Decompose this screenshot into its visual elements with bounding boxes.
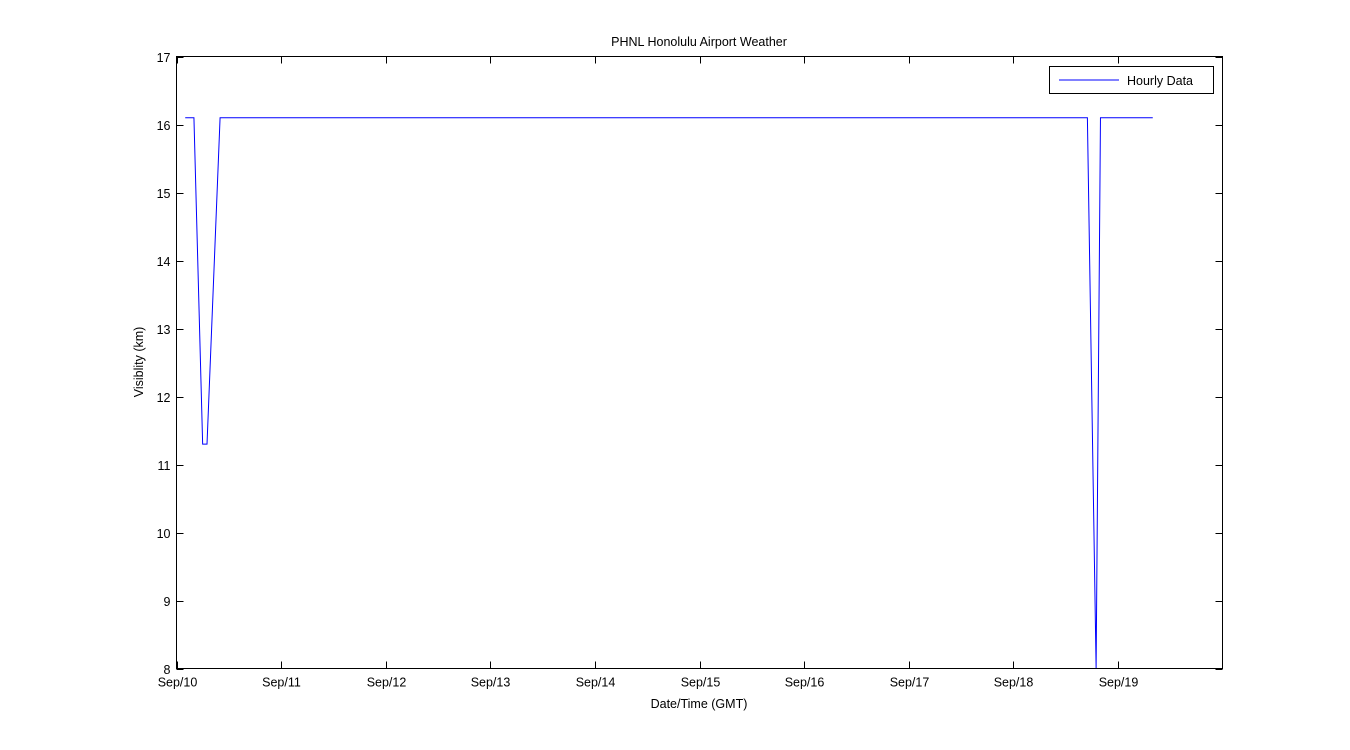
legend-label-hourly-data: Hourly Data [1127, 74, 1193, 88]
y-tick-label: 8 [164, 663, 171, 677]
x-tick-label: Sep/16 [785, 676, 825, 690]
y-tick-label: 15 [157, 187, 171, 201]
y-tick-label: 17 [157, 51, 171, 65]
y-tick-label: 9 [164, 595, 171, 609]
x-tick-label: Sep/12 [367, 676, 407, 690]
x-tick-label: Sep/18 [994, 676, 1034, 690]
y-tick-label: 11 [158, 459, 171, 473]
visibility-line-chart: Sep/10 Sep/11 Sep/12 Sep/13 Sep/14 Sep/15 Sep/… [0, 0, 1350, 750]
y-axis-label: Visiblity (km) [132, 327, 146, 398]
x-tick-label: Sep/17 [890, 676, 930, 690]
x-tick-label: Sep/14 [576, 676, 616, 690]
plot-area [176, 56, 1223, 669]
x-tick-label: Sep/13 [471, 676, 511, 690]
legend: Hourly Data [1049, 66, 1214, 94]
x-tick-label: Sep/19 [1099, 676, 1139, 690]
y-tick-label: 16 [157, 119, 171, 133]
y-tick-label: 12 [157, 391, 171, 405]
x-tick-label: Sep/10 [158, 676, 198, 690]
y-tick-label: 14 [157, 255, 171, 269]
x-tick-label: Sep/15 [681, 676, 721, 690]
x-tick-label: Sep/11 [262, 676, 301, 690]
chart-title: PHNL Honolulu Airport Weather [611, 35, 787, 49]
y-tick-label: 10 [157, 527, 171, 541]
x-axis-label: Date/Time (GMT) [651, 697, 748, 711]
y-tick-label: 13 [157, 323, 171, 337]
